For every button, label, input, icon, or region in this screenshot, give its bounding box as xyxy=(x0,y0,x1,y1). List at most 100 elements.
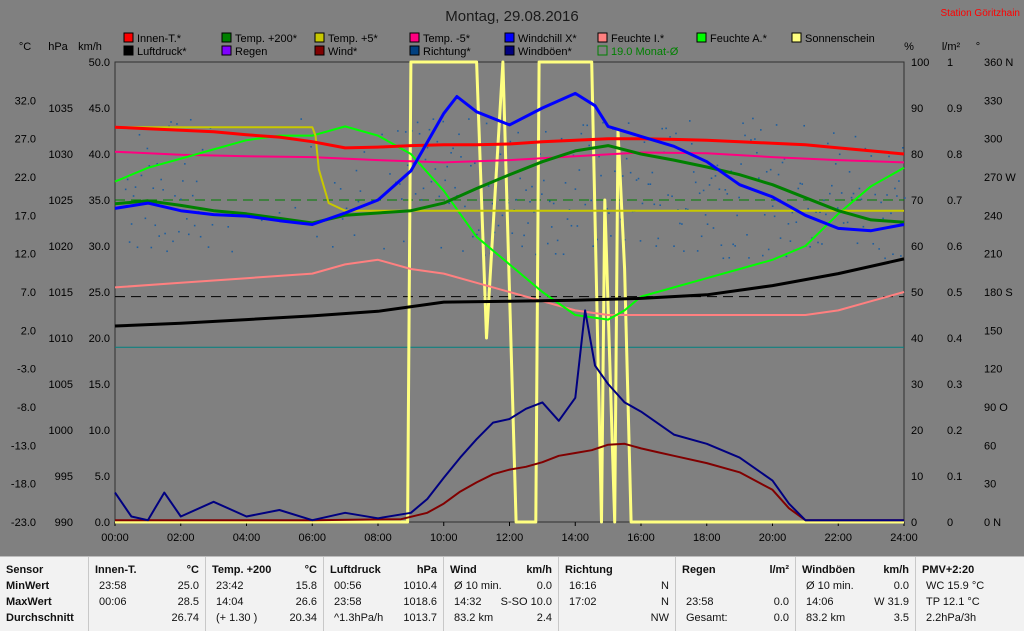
x-tick-label: 02:00 xyxy=(167,532,195,544)
stats-value: 26.6 xyxy=(295,596,317,608)
direction-point xyxy=(610,235,612,237)
humidity-tick-label: 10 xyxy=(911,471,923,483)
stats-value: 0.0 xyxy=(893,580,909,592)
direction-point xyxy=(771,205,774,208)
direction-point xyxy=(653,203,656,206)
direction-point xyxy=(817,241,819,244)
direction-point xyxy=(588,144,590,147)
direction-point xyxy=(850,196,853,199)
stats-column-unit: °C xyxy=(186,564,199,576)
legend-swatch xyxy=(314,45,325,56)
direction-tick-label: 60 xyxy=(984,440,996,452)
direction-point xyxy=(882,217,884,220)
direction-point xyxy=(485,122,488,125)
stats-column-title: Windböen xyxy=(802,564,856,576)
direction-point xyxy=(554,253,557,255)
direction-point xyxy=(550,226,553,228)
direction-point xyxy=(862,225,865,228)
stats-label: 00:56 xyxy=(334,580,362,592)
weather-chart: Montag, 29.08.2016 Station Göritzhain Inne… xyxy=(11,8,1020,544)
legend-swatch xyxy=(504,45,515,56)
stats-column-title: PMV+2:20 xyxy=(922,564,975,576)
x-tick-label: 00:00 xyxy=(101,532,129,544)
stats-value: N xyxy=(661,580,669,592)
temp-tick-label: 2.0 xyxy=(21,325,36,337)
stats-column-title: Wind xyxy=(450,564,477,576)
direction-point xyxy=(509,140,512,143)
direction-point xyxy=(310,146,312,148)
temp-tick-label: 32.0 xyxy=(15,95,36,107)
humidity-tick-label: 100 xyxy=(911,57,929,69)
temp-tick-label: 17.0 xyxy=(15,210,36,222)
direction-point xyxy=(769,168,772,171)
direction-tick-label: 0 N xyxy=(984,517,1001,529)
stats-label: 14:04 xyxy=(216,596,244,608)
wind-tick-label: 45.0 xyxy=(89,103,110,115)
stats-label: Ø 10 min. xyxy=(454,580,502,592)
direction-point xyxy=(464,205,466,208)
direction-point xyxy=(468,118,470,120)
direction-point xyxy=(854,135,857,138)
legend-label: Richtung* xyxy=(423,46,471,58)
direction-point xyxy=(207,246,210,248)
direction-point xyxy=(331,246,334,248)
wind-tick-label: 15.0 xyxy=(89,379,110,391)
direction-point xyxy=(548,200,551,203)
direction-point xyxy=(450,151,452,154)
direction-point xyxy=(136,246,139,249)
direction-point xyxy=(710,177,713,180)
direction-point xyxy=(574,188,577,190)
direction-point xyxy=(128,241,131,243)
stats-label: 16:16 xyxy=(569,580,597,592)
wind-tick-label: 40.0 xyxy=(89,149,110,161)
stats-label: ^1.3hPa/h xyxy=(334,612,384,624)
direction-point xyxy=(552,202,555,205)
direction-point xyxy=(138,133,141,136)
direction-point xyxy=(582,124,585,126)
direction-point xyxy=(529,200,531,203)
direction-point xyxy=(742,122,744,125)
stats-value: 3.5 xyxy=(893,612,909,624)
direction-point xyxy=(829,192,831,195)
direction-point xyxy=(706,223,709,225)
direction-point xyxy=(211,223,214,226)
pressure-tick-label: 1035 xyxy=(49,103,73,115)
pressure-tick-label: 1030 xyxy=(49,149,73,161)
direction-point xyxy=(477,229,480,231)
direction-point xyxy=(785,255,788,258)
direction-point xyxy=(564,182,567,184)
legend-swatch xyxy=(221,32,232,43)
direction-point xyxy=(692,171,695,173)
direction-point xyxy=(517,131,519,134)
legend-swatch xyxy=(123,45,134,56)
direction-point xyxy=(170,121,172,123)
stats-value: W 31.9 xyxy=(874,596,909,608)
stats-row-label: Durchschnitt xyxy=(6,612,74,624)
legend-label: Windböen* xyxy=(518,46,573,58)
stats-row-label: Sensor xyxy=(6,564,44,576)
direction-point xyxy=(894,187,896,190)
x-tick-label: 18:00 xyxy=(693,532,721,544)
humidity-tick-label: 30 xyxy=(911,379,923,391)
direction-point xyxy=(825,213,827,216)
direction-point xyxy=(702,189,705,192)
direction-point xyxy=(625,157,628,160)
direction-point xyxy=(130,223,133,225)
direction-point xyxy=(732,243,734,246)
stats-label: 00:06 xyxy=(99,596,127,608)
stats-label: 23:58 xyxy=(686,596,714,608)
stats-column-title: Temp. +200 xyxy=(212,564,272,576)
direction-point xyxy=(781,161,784,164)
direction-point xyxy=(685,208,687,210)
direction-point xyxy=(511,232,514,235)
direction-point xyxy=(761,254,764,257)
stats-column-unit: °C xyxy=(304,564,317,576)
pressure-tick-label: 1010 xyxy=(49,333,73,345)
stats-column: Innen-T. °C 23:58 25.0 00:06 28.5 26.74 xyxy=(88,557,205,631)
direction-point xyxy=(750,139,752,141)
direction-point xyxy=(777,173,780,176)
direction-point xyxy=(592,245,594,247)
direction-point xyxy=(195,180,198,183)
stats-value: 26.74 xyxy=(171,612,199,624)
direction-point xyxy=(180,198,182,201)
